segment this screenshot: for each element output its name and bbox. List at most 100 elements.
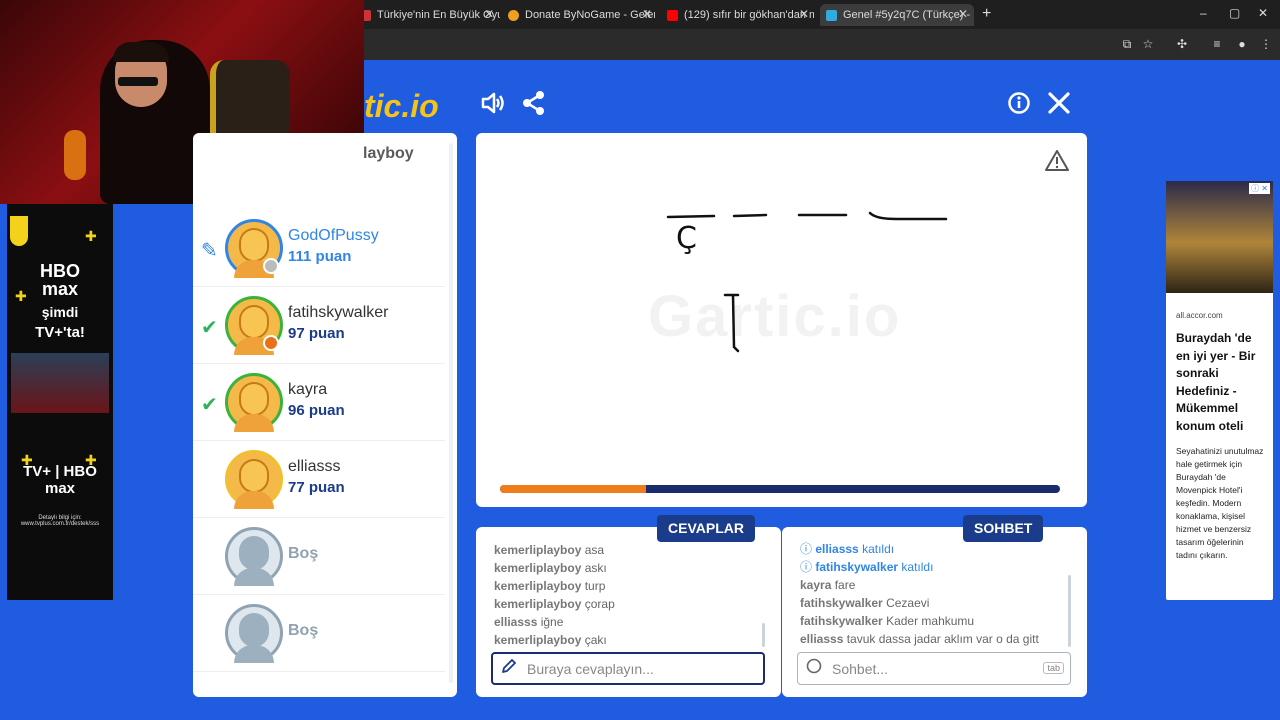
- answer-input-wrapper[interactable]: [491, 652, 765, 685]
- status-dot: [263, 335, 279, 351]
- empty-player-slot[interactable]: Boş: [193, 595, 445, 672]
- empty-player-slot[interactable]: Boş: [193, 518, 445, 595]
- answer-message: kemerliplayboy çakı: [494, 633, 607, 647]
- player-points: 97 puan: [288, 325, 345, 342]
- ad-line: şimdi: [41, 304, 79, 320]
- player-row[interactable]: ✔ fatihskywalker 97 puan: [193, 287, 445, 364]
- chat-panel: SOHBET ⓘ elliasss katıldı ⓘ fatihskywalk…: [782, 515, 1087, 697]
- info-icon[interactable]: [1007, 90, 1031, 123]
- empty-slot-label: Boş: [288, 622, 319, 639]
- profile-icon[interactable]: ●: [1234, 36, 1250, 52]
- drawing-strokes: [666, 211, 948, 353]
- ad-small-print: Detaylı bilgi için: www.tvplus.com.tr/de…: [20, 515, 100, 527]
- minimize-button[interactable]: –: [1200, 6, 1207, 20]
- ad-yellow-shape: [10, 216, 28, 246]
- pencil-icon: [501, 658, 517, 679]
- left-advertisement[interactable]: ✚ ✚ HBO max şimdi TV+'ta! ✚ ✚ TV+ | HBO m…: [7, 204, 113, 600]
- ad-headline[interactable]: Buraydah 'de en iyi yer - Bir sonraki He…: [1176, 330, 1267, 435]
- player-row[interactable]: elliasss 77 puan: [193, 441, 445, 518]
- players-scrollbar[interactable]: [449, 143, 453, 683]
- player-points: 77 puan: [288, 479, 345, 496]
- media-icon[interactable]: ≡: [1209, 36, 1225, 52]
- favicon-icon: [508, 9, 519, 21]
- favicon-icon: [826, 9, 837, 21]
- extensions-icon[interactable]: ✣: [1174, 36, 1190, 52]
- browser-tab-2[interactable]: Donate ByNoGame - Gelen/Gid ✕: [508, 4, 658, 26]
- browser-tab-1[interactable]: Türkiye'nin En Büyük Oyuncu D ✕: [360, 4, 500, 26]
- empty-avatar: [225, 604, 283, 663]
- answers-panel: CEVAPLAR kemerliplayboy asa kemerliplayb…: [476, 515, 781, 697]
- install-app-icon[interactable]: ⧉: [1119, 36, 1135, 52]
- chat-title: SOHBET: [963, 515, 1044, 542]
- chat-message: fatihskywalker Cezaevi: [800, 596, 930, 610]
- star-icon: ✚: [85, 452, 97, 468]
- gartic-logo: tic.io: [364, 88, 439, 124]
- chat-input-wrapper[interactable]: tab: [797, 652, 1071, 685]
- hint-letter: Ç: [676, 221, 697, 256]
- system-message: ⓘ fatihskywalker katıldı: [800, 560, 934, 574]
- star-icon: ✚: [15, 288, 27, 304]
- close-tab-icon[interactable]: ✕: [484, 7, 494, 21]
- tab-title: Donate ByNoGame - Gelen/Gid: [525, 9, 655, 21]
- answer-message: elliasss iğne: [494, 615, 564, 629]
- ad-choices-icon[interactable]: ⓘ ✕: [1249, 183, 1270, 194]
- ad-body: Seyahatinizi unutulmaz hale getirmek içi…: [1176, 446, 1264, 560]
- answers-list: kemerliplayboy asa kemerliplayboy askı k…: [494, 541, 744, 649]
- tab-title: Türkiye'nin En Büyük Oyuncu D: [377, 9, 500, 21]
- star-icon: ✚: [21, 452, 33, 468]
- chat-message: fatihskywalker Kader mahkumu: [800, 614, 975, 628]
- empty-avatar: [225, 527, 283, 586]
- chat-input[interactable]: [832, 660, 1032, 677]
- menu-kebab-icon[interactable]: ⋮: [1258, 36, 1274, 52]
- hotel-image: [1166, 181, 1273, 293]
- new-tab-button[interactable]: +: [982, 5, 991, 23]
- status-dot: [263, 258, 279, 274]
- streamer-hair: [113, 42, 169, 62]
- players-panel: layboy ✎ GodOfPussy 111 puan ✔ fatihskyw…: [193, 133, 457, 697]
- system-message: ⓘ elliasss katıldı: [800, 542, 895, 556]
- browser-tab-3[interactable]: (129) sıfır bir gökhan'dan mesa ✕: [667, 4, 815, 26]
- chat-message: elliasss tavuk dassa jadar aklım var o d…: [800, 632, 1039, 646]
- chat-list: ⓘ elliasss katıldı ⓘ fatihskywalker katı…: [800, 540, 1075, 648]
- player-row[interactable]: ✎ GodOfPussy 111 puan: [193, 210, 445, 287]
- bookmark-star-icon[interactable]: ☆: [1140, 36, 1156, 52]
- chat-bubble-icon: [806, 658, 822, 679]
- empty-slot-label: Boş: [288, 545, 319, 562]
- close-game-icon[interactable]: [1047, 90, 1071, 123]
- drawing-canvas[interactable]: Gartic.io Ç: [476, 133, 1087, 507]
- player-points: 96 puan: [288, 402, 345, 419]
- chat-scrollbar[interactable]: [1068, 575, 1071, 647]
- player-name: elliasss: [288, 458, 341, 475]
- sound-icon[interactable]: [480, 90, 506, 123]
- ad-domain: all.accor.com: [1176, 311, 1223, 320]
- pencil-icon: ✎: [201, 240, 218, 262]
- ad-line: TV+'ta!: [35, 324, 85, 341]
- share-icon[interactable]: [522, 90, 546, 123]
- close-tab-icon[interactable]: ✕: [642, 7, 652, 21]
- close-window-button[interactable]: ✕: [1258, 6, 1268, 20]
- answer-message: kemerliplayboy askı: [494, 561, 607, 575]
- player-name-partial: layboy: [363, 145, 414, 162]
- checkmark-icon: ✔: [201, 394, 218, 416]
- answer-input[interactable]: [527, 660, 727, 677]
- answers-scrollbar[interactable]: [762, 623, 765, 647]
- close-tab-icon[interactable]: ✕: [799, 7, 809, 21]
- close-tab-icon[interactable]: ✕: [958, 7, 968, 21]
- tab-title: (129) sıfır bir gökhan'dan mesa: [684, 9, 814, 21]
- player-row[interactable]: ✔ kayra 96 puan: [193, 364, 445, 441]
- chat-message: kayra fare: [800, 578, 856, 592]
- round-timer-bar: [500, 485, 1060, 493]
- avatar: [225, 373, 283, 432]
- browser-tab-4-active[interactable]: Genel #5y2q7C (Türkçe) - Gartı ✕: [820, 4, 974, 26]
- right-advertisement[interactable]: ⓘ ✕ all.accor.com Buraydah 'de en iyi ye…: [1166, 181, 1273, 600]
- timer-fill: [500, 485, 646, 493]
- answers-title: CEVAPLAR: [657, 515, 755, 542]
- ad-poster-image: [11, 353, 109, 413]
- player-name: GodOfPussy: [288, 227, 379, 244]
- checkmark-icon: ✔: [201, 317, 218, 339]
- star-icon: ✚: [85, 228, 97, 244]
- maximize-button[interactable]: ▢: [1229, 6, 1240, 20]
- answer-message: kemerliplayboy çorap: [494, 597, 615, 611]
- tab-title: Genel #5y2q7C (Türkçe) - Gartı: [843, 9, 973, 21]
- player-name: kayra: [288, 381, 328, 398]
